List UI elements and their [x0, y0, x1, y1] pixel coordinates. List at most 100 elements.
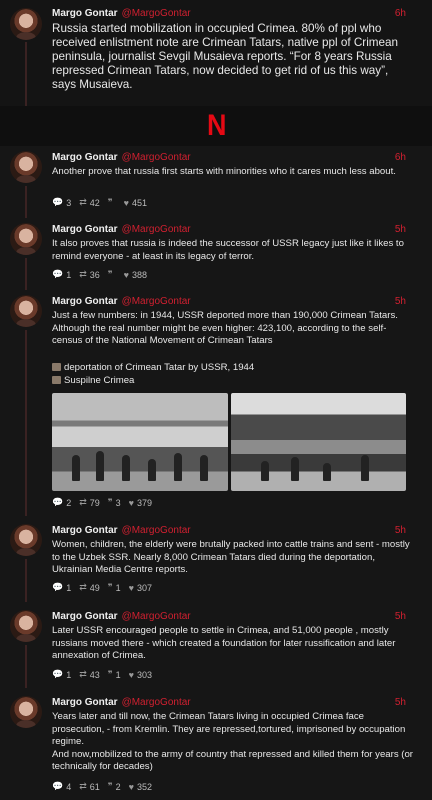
- reply-button[interactable]: 💬 4: [52, 781, 71, 792]
- retweet-button[interactable]: ⇄ 36: [79, 269, 100, 280]
- quote-button[interactable]: ❞: [108, 269, 116, 280]
- author-name[interactable]: Margo Gontar: [52, 296, 118, 307]
- tweet-header: Margo Gontar @MargoGontar 6h: [52, 8, 422, 22]
- reply-button[interactable]: 💬 3: [52, 197, 71, 208]
- quote-count: 2: [115, 781, 121, 792]
- avatar[interactable]: [10, 223, 42, 255]
- author-handle[interactable]: @MargoGontar: [122, 296, 191, 307]
- author-name[interactable]: Margo Gontar: [52, 224, 118, 235]
- quote-button[interactable]: ❞ 1: [108, 582, 121, 593]
- quote-button[interactable]: ❞ 1: [108, 669, 121, 680]
- author-name[interactable]: Margo Gontar: [52, 8, 118, 19]
- tweet-time[interactable]: 5h: [395, 224, 406, 235]
- retweet-button[interactable]: ⇄ 61: [79, 781, 100, 792]
- logo: N: [206, 109, 226, 142]
- like-count: 303: [137, 669, 153, 680]
- tweet-text: It also proves that russia is indeed the…: [52, 238, 404, 262]
- quote-button[interactable]: ❞ 2: [108, 781, 121, 792]
- thread-line: [25, 559, 27, 602]
- author-handle[interactable]: @MargoGontar: [122, 525, 191, 536]
- tweet-text: Later USSR encouraged people to settle i…: [52, 625, 396, 662]
- tweet-time[interactable]: 5h: [395, 296, 406, 307]
- reply-count: 1: [66, 669, 72, 680]
- author-handle[interactable]: @MargoGontar: [122, 152, 191, 163]
- like-button[interactable]: ♥ 451: [124, 198, 147, 208]
- tweet-actions: 💬 3 ⇄ 42 ❞ ♥ 451: [52, 197, 147, 208]
- tweet-text: Just a few numbers: in 1944, USSR deport…: [52, 310, 398, 347]
- author-handle[interactable]: @MargoGontar: [122, 8, 191, 19]
- tweet-time[interactable]: 5h: [395, 525, 406, 536]
- reply-button[interactable]: 💬 1: [52, 582, 71, 593]
- like-count: 307: [137, 582, 153, 593]
- reply-count: 1: [66, 269, 72, 280]
- avatar[interactable]: [10, 295, 42, 327]
- reply-button[interactable]: 💬 2: [52, 497, 71, 508]
- retweet-button[interactable]: ⇄ 42: [79, 197, 100, 208]
- author-name[interactable]: Margo Gontar: [52, 152, 118, 163]
- thread-line: [25, 186, 27, 218]
- avatar[interactable]: [10, 610, 42, 642]
- like-count: 379: [137, 497, 153, 508]
- tweet-text: Another prove that russia first starts w…: [52, 166, 396, 177]
- retweet-button[interactable]: ⇄ 79: [79, 497, 100, 508]
- like-button[interactable]: ♥ 379: [129, 498, 152, 508]
- author-name[interactable]: Margo Gontar: [52, 525, 118, 536]
- tweet-1[interactable]: Margo Gontar @MargoGontar 6h Russia start…: [0, 0, 432, 106]
- speech-bubble-icon: 💬: [52, 781, 64, 791]
- author-name[interactable]: Margo Gontar: [52, 611, 118, 622]
- avatar[interactable]: [10, 696, 42, 728]
- figure: [72, 455, 80, 481]
- tweet-6[interactable]: Margo Gontar @MargoGontar 5h Later USSR e…: [0, 602, 432, 688]
- reply-button[interactable]: 💬 1: [52, 669, 71, 680]
- retweet-button[interactable]: ⇄ 49: [79, 582, 100, 593]
- tweet-text: Women, children, the elderly were brutal…: [52, 539, 410, 576]
- retweet-count: 43: [89, 669, 100, 680]
- camera-icon: [52, 376, 61, 384]
- tweet-text: Years later and till now, the Crimean Ta…: [52, 711, 414, 774]
- tweet-header: Margo Gontar @MargoGontar 5h: [52, 296, 422, 310]
- quote-button[interactable]: ❞: [108, 197, 116, 208]
- tweet-3[interactable]: Margo Gontar @MargoGontar 5h It also prov…: [0, 218, 432, 290]
- speech-bubble-icon: 💬: [52, 497, 64, 507]
- avatar[interactable]: [10, 8, 42, 40]
- like-button[interactable]: ♥ 388: [124, 270, 147, 280]
- figure: [360, 455, 369, 481]
- reply-count: 4: [66, 781, 72, 792]
- tweet-text: Russia started mobilization in occupied …: [52, 22, 399, 91]
- avatar[interactable]: [10, 524, 42, 556]
- figure: [322, 463, 331, 481]
- like-button[interactable]: ♥ 303: [129, 670, 152, 680]
- quote-icon: ❞: [107, 582, 113, 592]
- author-handle[interactable]: @MargoGontar: [122, 697, 191, 708]
- retweet-icon: ⇄: [79, 269, 87, 279]
- quote-icon: ❞: [107, 197, 113, 207]
- figure: [200, 455, 208, 481]
- tweet-time[interactable]: 6h: [395, 8, 406, 19]
- author-name[interactable]: Margo Gontar: [52, 697, 118, 708]
- tweet-time[interactable]: 6h: [395, 152, 406, 163]
- tweet-7[interactable]: Margo Gontar @MargoGontar 5h Years later …: [0, 688, 432, 800]
- tweet-header: Margo Gontar @MargoGontar 5h: [52, 525, 422, 539]
- tweet-4[interactable]: Margo Gontar @MargoGontar 5h Just a few n…: [0, 290, 432, 516]
- author-handle[interactable]: @MargoGontar: [122, 611, 191, 622]
- tweet-time[interactable]: 5h: [395, 611, 406, 622]
- tweet-header: Margo Gontar @MargoGontar 5h: [52, 224, 422, 238]
- reply-button[interactable]: 💬 1: [52, 269, 71, 280]
- tweet-time[interactable]: 5h: [395, 697, 406, 708]
- quote-button[interactable]: ❞ 3: [108, 497, 121, 508]
- heart-icon: ♥: [123, 269, 129, 280]
- deportation-photo-2[interactable]: [230, 393, 406, 491]
- avatar[interactable]: [10, 151, 42, 183]
- retweet-icon: ⇄: [79, 781, 87, 791]
- tweet-5[interactable]: Margo Gontar @MargoGontar 5h Women, child…: [0, 516, 432, 602]
- media-gallery: [52, 393, 406, 491]
- tweet-actions: 💬 1 ⇄ 43 ❞ 1 ♥ 303: [52, 669, 152, 680]
- like-count: 352: [137, 781, 153, 792]
- deportation-photo-1[interactable]: [52, 393, 228, 491]
- like-button[interactable]: ♥ 352: [129, 782, 152, 792]
- author-handle[interactable]: @MargoGontar: [122, 224, 191, 235]
- retweet-button[interactable]: ⇄ 43: [79, 669, 100, 680]
- retweet-count: 42: [89, 197, 100, 208]
- tweet-2[interactable]: Margo Gontar @MargoGontar 6h Another prov…: [0, 146, 432, 218]
- like-button[interactable]: ♥ 307: [129, 583, 152, 593]
